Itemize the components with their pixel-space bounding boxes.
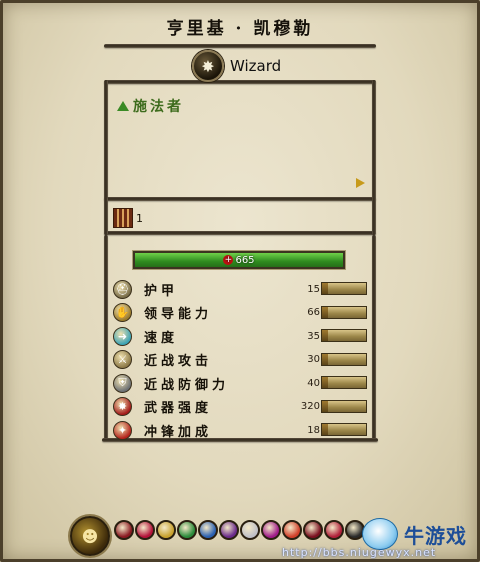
stat-value: 18 xyxy=(307,424,320,436)
stat-bar xyxy=(321,305,367,319)
armour-icon: ⛑ xyxy=(113,279,132,299)
charge-bonus-icon: ✦ xyxy=(113,420,132,440)
stat-label: 近战防御力 xyxy=(144,377,230,393)
melee-attack-icon: ⚔ xyxy=(113,350,132,369)
unit-row-left-border xyxy=(104,197,108,235)
spell-icon-3[interactable] xyxy=(156,520,176,540)
melee-defence-icon: ⛨ xyxy=(113,373,132,393)
weapon-strength-icon: ✸ xyxy=(113,397,132,416)
upper-panel-bottom-border xyxy=(104,197,376,201)
unit-row-divider xyxy=(104,231,376,235)
unit-count-icon xyxy=(113,208,133,228)
stats-left-border xyxy=(104,235,108,440)
spell-icon-6[interactable] xyxy=(219,520,239,540)
leadership-icon: ✋ xyxy=(113,303,132,322)
unit-count: 1 xyxy=(136,211,143,225)
stat-value: 30 xyxy=(307,354,320,365)
health-bar: + 665 xyxy=(133,251,345,269)
stat-bar xyxy=(321,282,367,295)
spell-icon-1[interactable] xyxy=(114,520,134,540)
stat-label: 武器强度 xyxy=(144,401,213,416)
stat-value: 66 xyxy=(307,307,320,318)
stat-label: 冲锋加成 xyxy=(144,424,213,440)
arrow-right-icon[interactable] xyxy=(356,178,365,188)
stat-bar xyxy=(321,376,367,389)
stat-row[interactable]: ✦ 冲锋加成 18 xyxy=(113,420,373,440)
stat-row[interactable]: ⛑ 护甲 15 xyxy=(113,279,373,299)
spell-icon-8[interactable] xyxy=(261,520,281,540)
watermark-name: 牛游戏 xyxy=(404,523,467,548)
captain-portrait-icon[interactable]: ☻ xyxy=(70,516,110,556)
spell-icon-5[interactable] xyxy=(198,520,218,540)
stat-value: 15 xyxy=(307,283,320,295)
stat-label: 速度 xyxy=(144,330,179,346)
stat-bar xyxy=(321,352,367,366)
stat-row[interactable]: ✋ 领导能力 66 xyxy=(113,303,373,323)
stat-row[interactable]: ⛨ 近战防御力 40 xyxy=(113,373,373,393)
stat-value: 320 xyxy=(300,401,320,412)
stat-value: 35 xyxy=(307,330,320,342)
spell-icon-2[interactable] xyxy=(135,520,155,540)
stat-row[interactable]: ✸ 武器强度 320 xyxy=(113,397,373,417)
stat-row[interactable]: ➜ 速度 35 xyxy=(113,326,373,346)
spell-icon-9[interactable] xyxy=(282,520,302,540)
stat-bar xyxy=(321,329,367,342)
unit-count-row: 1 xyxy=(113,208,143,228)
watermark-url: http://bbs.niugewyx.net xyxy=(282,546,437,559)
class-row[interactable]: ✸ Wizard xyxy=(192,50,282,82)
speed-icon: ➜ xyxy=(113,326,132,346)
stat-bar xyxy=(321,399,367,413)
ability-item[interactable]: 施法者 xyxy=(117,96,184,116)
spell-icon-7[interactable] xyxy=(240,520,260,540)
stat-label: 护甲 xyxy=(144,283,179,299)
ability-label: 施法者 xyxy=(133,99,184,115)
upper-panel-right-border xyxy=(372,80,376,200)
health-cross-icon: + xyxy=(223,255,234,265)
stat-row[interactable]: ⚔ 近战攻击 30 xyxy=(113,350,373,370)
unit-title: 亨里基 · 凯穆勒 xyxy=(166,19,314,39)
spell-icon-4[interactable] xyxy=(177,520,197,540)
spell-icon-10[interactable] xyxy=(303,520,323,540)
stat-label: 领导能力 xyxy=(144,307,213,322)
stat-value: 40 xyxy=(307,377,320,389)
health-value: 665 xyxy=(235,254,255,266)
wizard-class-icon[interactable]: ✸ xyxy=(192,50,224,82)
stat-bar xyxy=(321,423,367,436)
spell-icon-11[interactable] xyxy=(324,520,344,540)
class-name: Wizard xyxy=(230,57,282,75)
title-divider xyxy=(104,44,376,48)
stat-label: 近战攻击 xyxy=(144,354,213,369)
expand-arrow-icon xyxy=(117,101,129,111)
unit-row-right-border xyxy=(372,197,376,235)
